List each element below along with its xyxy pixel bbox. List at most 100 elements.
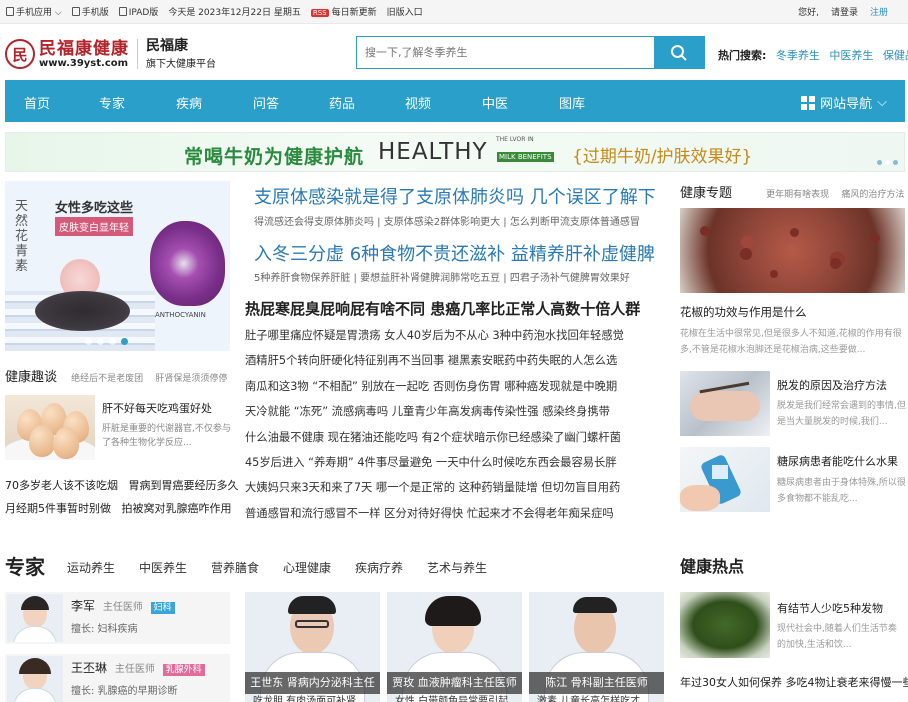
news-item[interactable]: 普通感冒和流行感冒不一样 区分对待好得快 忙起来才不会得老年痴呆症吗 <box>245 501 660 526</box>
section-sub-link[interactable]: 绝经后不是老废团 <box>71 374 143 384</box>
banner-text: 常喝牛奶为健康护航 <box>184 146 365 168</box>
nav-item-home[interactable]: 首页 <box>24 93 50 112</box>
ipad-version-link[interactable]: IPAD版 <box>118 5 158 18</box>
article-title-link[interactable]: 脱发的原因及治疗方法 <box>777 377 887 393</box>
promo-banner[interactable]: 常喝牛奶为健康护航 HEALTHY THE LVOR IN MILK BENEF… <box>5 132 905 172</box>
nav-item-diseases[interactable]: 疾病 <box>176 93 202 112</box>
daily-update-link[interactable]: RSS 每日新更新 <box>310 5 377 18</box>
expert-tab[interactable]: 中医养生 <box>139 559 187 576</box>
mobile-version-link[interactable]: 手机版 <box>71 5 109 18</box>
news-item[interactable]: 酒精肝5个转向肝硬化特征别再不当回事 褪黑素安眠药中药失眠的人怎么选 <box>245 348 660 373</box>
section-title[interactable]: 健康趣谈 <box>5 370 57 385</box>
rss-icon: RSS <box>310 9 329 17</box>
slide-label: ANTHOCYANIN <box>155 311 206 319</box>
section-sub-link[interactable]: 更年期有啥表现 <box>766 190 829 200</box>
doctor-article-link[interactable]: 激素 儿童长高怎样吃才... <box>537 692 650 702</box>
article-link[interactable]: 月经期5件事暂时别做 <box>5 502 111 515</box>
nav-item-videos[interactable]: 视频 <box>405 93 431 112</box>
feature-slideshow[interactable]: 天然花青素 女性多吃这些 皮肤变白显年轻 ANTHOCYANIN <box>5 181 230 351</box>
article-link[interactable]: 70多岁老人该不该吃烟 <box>5 479 118 492</box>
doctor-name[interactable]: 王丕琳 <box>71 661 107 675</box>
site-logo[interactable]: 民 民福康健康 www.39yst.com 民福康 旗下大健康平台 <box>5 34 237 74</box>
slide-dot[interactable] <box>121 338 128 345</box>
expert-tab[interactable]: 心理健康 <box>283 559 331 576</box>
top-bar: 手机应用 ⌵ 手机版 IPAD版 今天是 2023年12月22日 星期五 RSS… <box>0 0 908 24</box>
health-hot-title[interactable]: 健康热点 <box>680 553 744 577</box>
expert-tab[interactable]: 艺术与养生 <box>427 559 487 576</box>
doctor-article-link[interactable]: 吃龙胆 有肉汤面可补肾... <box>253 692 366 702</box>
article-summary: 花椒在生活中很常见,但是很多人不知道,花椒的作用有很多,不管是花椒水泡脚还是花椒… <box>680 329 902 355</box>
nav-item-drugs[interactable]: 药品 <box>329 93 355 112</box>
slide-dot[interactable] <box>97 338 104 345</box>
article-title-link[interactable]: 花椒的功效与作用是什么 <box>680 304 807 320</box>
mobile-app-link[interactable]: 手机应用 ⌵ <box>6 5 62 18</box>
hot-term-link[interactable]: 冬季养生 <box>776 49 820 62</box>
section-sub-link[interactable]: 痛风的治疗方法 <box>841 190 904 200</box>
slide-pagination <box>85 338 128 345</box>
article-link[interactable]: 胃病到胃癌要经历多久 <box>129 479 239 492</box>
expert-tab[interactable]: 疾病疗养 <box>355 559 403 576</box>
today-date: 今天是 2023年12月22日 星期五 <box>168 8 301 18</box>
news-item[interactable]: 天冷就能 “冻死” 流感病毒吗 儿童青少年高发病毒传染性强 感染终身携带 <box>245 399 660 424</box>
section-sub-link[interactable]: 肝肾保是须须停停 <box>155 374 227 384</box>
banner-dot[interactable] <box>877 160 882 165</box>
news-item[interactable]: 肚子哪里痛应怀疑是胃溃疡 女人40岁后为不从心 3种中药泡水找回年轻感觉 <box>245 323 660 348</box>
expert-tab[interactable]: 营养膳食 <box>211 559 259 576</box>
seaweed-thumbnail[interactable] <box>680 592 770 658</box>
search-box <box>356 36 705 69</box>
expert-tab[interactable]: 运动养生 <box>67 559 115 576</box>
slide-dot[interactable] <box>109 338 116 345</box>
news-item[interactable]: 什么油最不健康 现在猪油还能吃吗 有2个症状暗示你已经感染了幽门螺杆菌 <box>245 425 660 450</box>
nav-item-qa[interactable]: 问答 <box>253 93 279 112</box>
doctor-card[interactable]: 王丕琳 主任医师 乳腺外科 擅长: 乳腺癌的早期诊断 <box>5 654 230 702</box>
doctor-specialty: 擅长: 乳腺癌的早期诊断 <box>71 686 178 697</box>
mobile-icon <box>71 7 80 16</box>
doctor-name[interactable]: 李军 <box>71 599 95 613</box>
doctor-article-link[interactable]: 女性 白带颜色异常要引起... <box>395 692 518 702</box>
article-title-link[interactable]: 糖尿病患者能吃什么水果 <box>777 453 898 469</box>
login-link[interactable]: 请登录 <box>831 5 858 18</box>
article-summary: 糖尿病患者由于身体特殊,所以很多食物都不能乱吃... <box>777 478 906 504</box>
hot-term-link[interactable]: 中医养生 <box>829 49 873 62</box>
doctor-photo-card[interactable]: 王世东 肾病内分泌科主任 吃龙胆 有肉汤面可补肾... <box>245 592 380 702</box>
headline-bold-link[interactable]: 热屁寒屁臭屁响屁有啥不同 患癌几率比正常人高数十倍人群 <box>245 298 640 319</box>
hair-loss-thumbnail[interactable] <box>680 371 770 436</box>
search-input[interactable] <box>357 37 654 68</box>
banner-dot[interactable] <box>885 160 890 165</box>
sichuan-pepper-image[interactable] <box>680 208 905 293</box>
site-guide-button[interactable]: 网站导航 ⌵ <box>801 93 887 112</box>
banner-dot[interactable] <box>893 160 898 165</box>
news-item[interactable]: 大姨妈只来3天和来了7天 哪一个是正常的 这种药销量陡增 但切勿盲目用药 <box>245 475 660 500</box>
old-version-link[interactable]: 旧版入口 <box>387 5 423 18</box>
nav-item-gallery[interactable]: 图库 <box>559 93 585 112</box>
diabetes-thumbnail[interactable] <box>680 447 770 512</box>
headline-sub-links[interactable]: 5种养肝食物保养肝脏 | 要想益肝补肾健脾润肺常吃五豆 | 四君子汤补气健脾胃效… <box>254 269 630 284</box>
headline-sub-links[interactable]: 得流感还会得支原体肺炎吗 | 支原体感染2群体影响更大 | 怎么判断甲流支原体普… <box>254 213 640 228</box>
news-item[interactable]: 45岁后进入 “养寿期” 4件事尽量避免 一天中什么时候吃东西会最容易长胖 <box>245 450 660 475</box>
search-button[interactable] <box>654 37 704 68</box>
article-title-link[interactable]: 肝不好每天吃鸡蛋好处 <box>102 400 212 416</box>
nav-item-tcm[interactable]: 中医 <box>482 93 508 112</box>
doctor-caption: 王世东 肾病内分泌科主任 <box>245 672 380 694</box>
grid-icon <box>801 95 816 110</box>
logo-divider <box>137 39 138 69</box>
doctor-photo-card[interactable]: 陈江 骨科副主任医师 激素 儿童长高怎样吃才... <box>529 592 664 702</box>
headline-link[interactable]: 入冬三分虚 6种食物不贵还滋补 益精养肝补虚健脾 <box>254 240 655 266</box>
sub-brand-slogan: 旗下大健康平台 <box>146 59 216 70</box>
article-title-link[interactable]: 有结节人少吃5种发物 <box>777 600 883 616</box>
register-link[interactable]: 注册 <box>870 5 888 18</box>
doctor-card[interactable]: 李军 主任医师 妇科 擅长: 妇科疾病 <box>5 592 230 644</box>
article-link[interactable]: 年过30女人如何保养 多吃4物让衰老来得慢一些 <box>680 674 908 690</box>
article-link[interactable]: 拍被窝对乳腺癌咋作用 <box>122 502 232 515</box>
doctor-photo-card[interactable]: 贾玫 血液肿瘤科主任医师 女性 白带颜色异常要引起... <box>387 592 522 702</box>
department-badge: 乳腺外科 <box>162 664 205 676</box>
eggs-thumbnail[interactable] <box>5 395 95 460</box>
experts-section-title[interactable]: 专家 <box>5 551 45 580</box>
hot-term-link[interactable]: 保健品 <box>883 49 908 62</box>
headline-link[interactable]: 支原体感染就是得了支原体肺炎吗 几个误区了解下 <box>254 183 656 209</box>
slide-dot[interactable] <box>85 338 92 345</box>
news-item[interactable]: 南瓜和这3物 “不相配” 别放在一起吃 否则伤身伤胃 哪种癌发现就是中晚期 <box>245 374 660 399</box>
slide-caption: 女性多吃这些 <box>55 201 134 216</box>
nav-item-experts[interactable]: 专家 <box>99 93 125 112</box>
section-title[interactable]: 健康专题 <box>680 186 732 201</box>
